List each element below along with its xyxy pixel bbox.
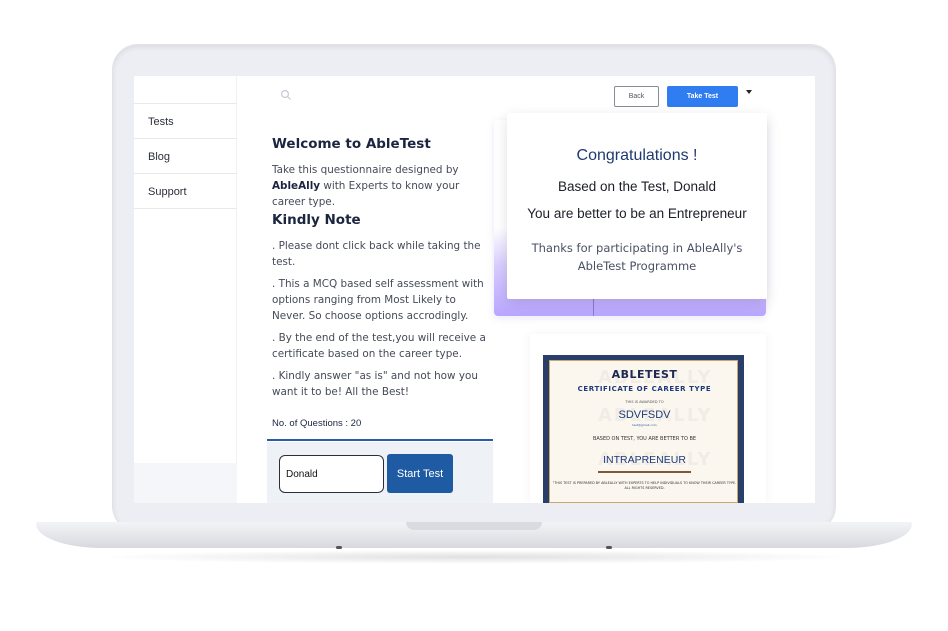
laptop-notch (406, 522, 542, 530)
decorative-line (593, 296, 594, 316)
laptop-foot-right (606, 546, 612, 549)
result-card: Congratulations ! Based on the Test, Don… (507, 113, 767, 299)
search-icon[interactable] (280, 86, 292, 100)
note-item: . This a MCQ based self assessment with … (272, 278, 484, 322)
sidebar-item-label: Blog (148, 151, 171, 163)
note-title: Kindly Note (272, 212, 361, 228)
result-career: You are better to be an Entrepreneur (527, 206, 747, 221)
chevron-down-icon[interactable] (746, 90, 752, 94)
sidebar-item-label: Tests (148, 116, 174, 128)
sidebar-item-blog[interactable]: Blog (134, 138, 237, 174)
app-screen: Tests Blog Support Back Take Test Welcom… (134, 76, 815, 503)
brand-name: AbleAlly (272, 180, 321, 192)
divider (267, 439, 493, 441)
certificate-based: BASED ON TEST, YOU ARE BETTER TO BE (592, 436, 697, 442)
thanks-text: Thanks for participating in AbleAlly's A… (531, 241, 743, 273)
note-item: . Please dont click back while taking th… (272, 240, 481, 268)
result-line: Based on the Test, Donald (557, 179, 717, 194)
certificate-rule (598, 471, 691, 473)
certificate-awarded: THIS IS AWARDED TO (625, 400, 664, 404)
take-test-button[interactable]: Take Test (667, 86, 738, 107)
intro-description: Take this questionnaire designed by Able… (272, 162, 488, 210)
note-item: . Kindly answer "as is" and not how you … (272, 370, 478, 398)
sidebar-item-tests[interactable]: Tests (134, 103, 237, 139)
name-input[interactable] (279, 455, 384, 493)
certificate-name: SDVFSDV (618, 409, 671, 421)
intro-text: Take this questionnaire designed by (272, 164, 459, 176)
certificate-career: INTRAPRENEUR (603, 454, 686, 466)
sidebar: Tests Blog Support (134, 76, 237, 503)
certificate-email: test@gmail.com (632, 423, 657, 427)
laptop-shadow (90, 550, 860, 564)
laptop-foot-left (336, 546, 342, 549)
sidebar-item-label: Support (148, 186, 187, 198)
certificate-subtitle: CERTIFICATE OF CAREER TYPE (577, 385, 712, 393)
question-count: No. of Questions : 20 (272, 418, 362, 429)
page-title: Welcome to AbleTest (272, 136, 431, 152)
sidebar-footer (134, 463, 237, 503)
certificate-title: ABLETEST (611, 368, 678, 381)
start-test-button[interactable]: Start Test (387, 454, 453, 493)
back-button[interactable]: Back (614, 86, 659, 107)
note-item: . By the end of the test,you will receiv… (272, 332, 486, 360)
certificate-image: ABLEALLY ABLEALLY ABLEALLY ABLETEST CERT… (549, 360, 738, 503)
certificate-footer: "THIS TEST IS PREPARED BY ABLEALLY WITH … (552, 481, 737, 490)
result-title: Congratulations ! (576, 147, 698, 164)
sidebar-item-support[interactable]: Support (134, 173, 237, 209)
